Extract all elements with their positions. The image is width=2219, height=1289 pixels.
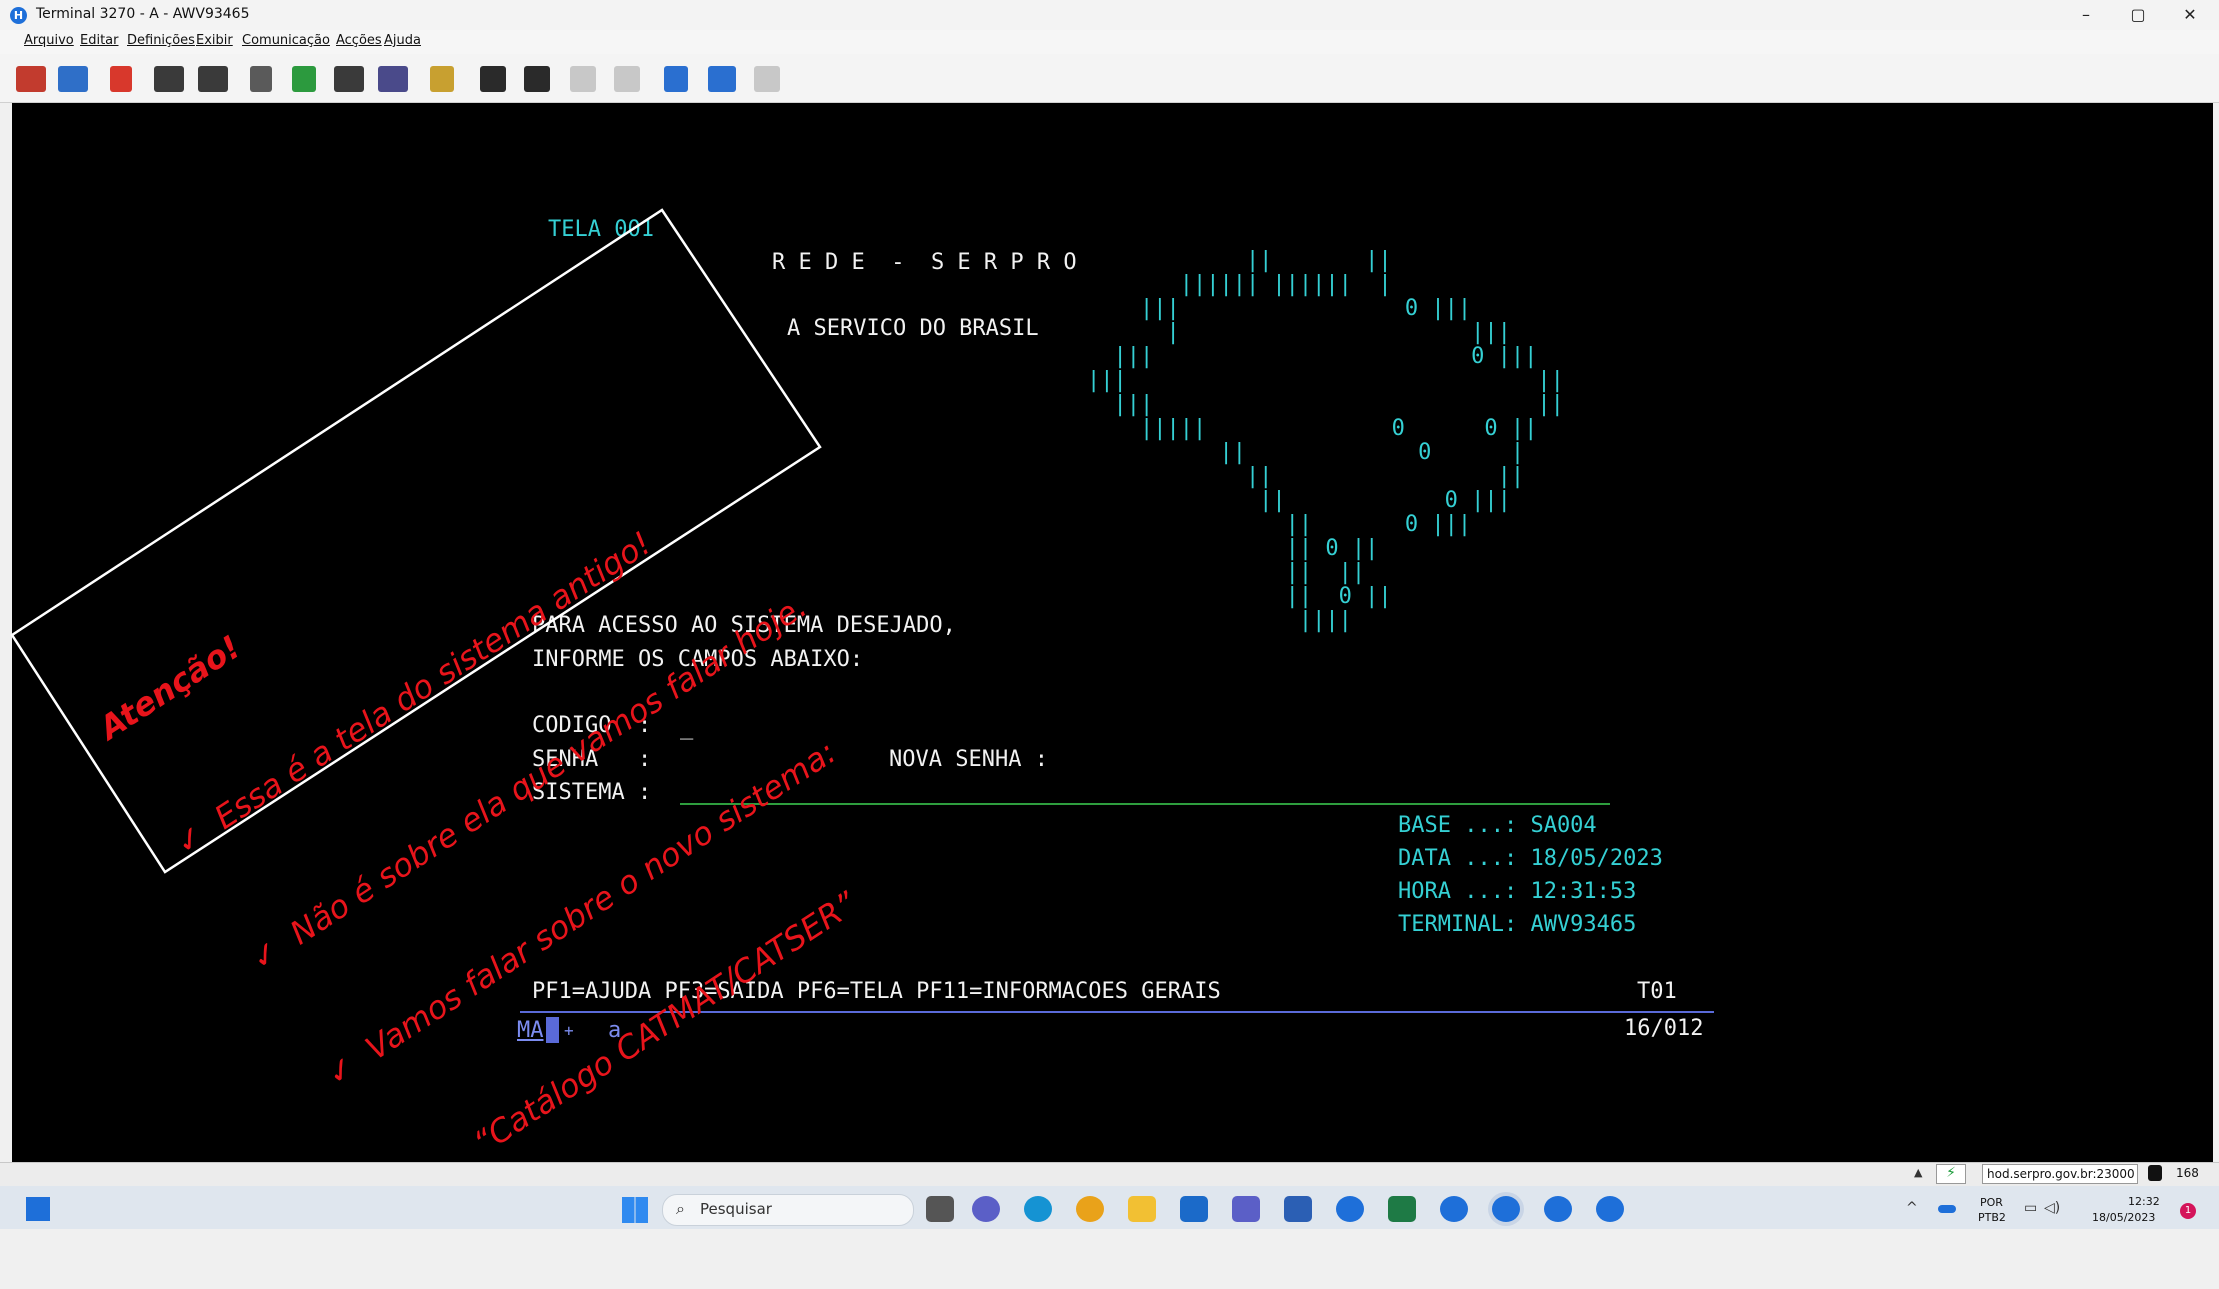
- chat-icon[interactable]: [972, 1196, 1000, 1222]
- exit-icon[interactable]: [110, 66, 132, 92]
- volume-icon[interactable]: ◁): [2044, 1200, 2060, 1216]
- edge-icon[interactable]: [1024, 1196, 1052, 1222]
- status-bar: [0, 1162, 2219, 1187]
- excel-icon[interactable]: [1388, 1196, 1416, 1222]
- search-placeholder: Pesquisar: [700, 1200, 772, 1218]
- keyboard-icon[interactable]: [378, 66, 408, 92]
- menu-arquivo[interactable]: Arquivo: [24, 33, 74, 48]
- clock-date[interactable]: 18/05/2023: [2092, 1211, 2155, 1224]
- host-on-demand-icon-3[interactable]: [1492, 1196, 1520, 1222]
- network-icon[interactable]: ▭: [2024, 1200, 2037, 1216]
- menu-exibir[interactable]: Exibir: [196, 33, 233, 48]
- codigo-input[interactable]: _: [680, 716, 693, 740]
- copy-icon[interactable]: [250, 66, 272, 92]
- widgets-icon[interactable]: [926, 1196, 954, 1222]
- oia-plus: +: [564, 1021, 574, 1040]
- senha-input[interactable]: [680, 750, 850, 774]
- expand-icon[interactable]: [754, 66, 780, 92]
- window-title: Terminal 3270 - A - AWV93465: [36, 6, 250, 22]
- task-view-icon[interactable]: [26, 1197, 50, 1221]
- download-icon[interactable]: [708, 66, 736, 92]
- title-bar: [0, 0, 2219, 30]
- paste-icon[interactable]: [292, 66, 316, 92]
- menu-bar: [0, 30, 2219, 54]
- menu-comunicacao[interactable]: Comunicação: [242, 33, 330, 48]
- oia-input-mode: a: [608, 1018, 622, 1043]
- senha-label: SENHA :: [532, 747, 652, 772]
- screen-subtitle: A SERVICO DO BRASIL: [787, 316, 1039, 341]
- base-info: BASE ...: SA004: [1398, 813, 1597, 838]
- oia-status: MA: [517, 1018, 544, 1043]
- brazil-map-art: || || |||||| |||||| | ||| 0 ||| | ||| ||…: [1087, 248, 1564, 633]
- print-screen-icon[interactable]: [334, 66, 364, 92]
- screen-title: R E D E - S E R P R O: [772, 250, 1077, 275]
- keyboard-layout-label[interactable]: PTB2: [1978, 1211, 2006, 1224]
- menu-definicoes[interactable]: Definições: [127, 33, 195, 48]
- taskbar: [0, 1186, 2219, 1229]
- oia-divider: [520, 1011, 1714, 1013]
- chrome-icon[interactable]: [1076, 1196, 1104, 1222]
- cursor-position: 16/012: [1624, 1016, 1704, 1041]
- minimize-button[interactable]: –: [2060, 0, 2112, 30]
- maximize-button[interactable]: ▢: [2112, 0, 2164, 30]
- nova-senha-input[interactable]: [1087, 750, 1287, 774]
- outlook-icon[interactable]: [1180, 1196, 1208, 1222]
- toolbar: [0, 54, 2219, 103]
- app-icon: H: [10, 7, 27, 24]
- record-macro-icon[interactable]: [480, 66, 506, 92]
- data-info: DATA ...: 18/05/2023: [1398, 846, 1663, 871]
- host-on-demand-icon-4[interactable]: [1544, 1196, 1572, 1222]
- play-macro-icon[interactable]: [524, 66, 550, 92]
- pause-macro-icon[interactable]: [614, 66, 640, 92]
- menu-editar[interactable]: Editar: [80, 33, 119, 48]
- link-icon[interactable]: [664, 66, 688, 92]
- receive-icon[interactable]: [198, 66, 228, 92]
- sistema-input[interactable]: [680, 803, 1610, 805]
- host-on-demand-icon-1[interactable]: [1336, 1196, 1364, 1222]
- clock-time[interactable]: 12:32: [2128, 1195, 2160, 1208]
- status-count: 168: [2176, 1166, 2199, 1180]
- instruction-line-2: INFORME OS CAMPOS ABAIXO:: [532, 647, 864, 672]
- host-on-demand-icon-2[interactable]: [1440, 1196, 1468, 1222]
- terminal-info: TERMINAL: AWV93465: [1398, 912, 1637, 937]
- connect-icon[interactable]: [16, 66, 46, 92]
- tray-chevron-icon[interactable]: ^: [1906, 1200, 1918, 1216]
- start-icon[interactable]: [622, 1197, 648, 1223]
- nova-senha-label: NOVA SENHA :: [889, 747, 1048, 772]
- codigo-label: CODIGO :: [532, 713, 652, 738]
- function-keys: PF1=AJUDA PF3=SAIDA PF6=TELA PF11=INFORM…: [532, 979, 1221, 1004]
- lock-icon: [2148, 1165, 2162, 1181]
- notification-badge[interactable]: 1: [2180, 1203, 2196, 1219]
- host-address: hod.serpro.gov.br:23000: [1982, 1164, 2138, 1184]
- terminal-screen[interactable]: TELA 001 R E D E - S E R P R O A SERVICO…: [12, 103, 2213, 1162]
- menu-accoes[interactable]: Acções: [336, 33, 382, 48]
- connection-status-icon: ⚡: [1936, 1164, 1966, 1184]
- onedrive-icon[interactable]: [1938, 1205, 1956, 1213]
- screen-number: TELA 001: [548, 217, 654, 242]
- search-icon: ⌕: [676, 1199, 685, 1218]
- word-icon[interactable]: [1284, 1196, 1312, 1222]
- sistema-label: SISTEMA :: [532, 780, 652, 805]
- stop-macro-icon[interactable]: [570, 66, 596, 92]
- oia-cursor-block: [546, 1017, 559, 1043]
- file-explorer-icon[interactable]: [1128, 1196, 1156, 1222]
- language-label[interactable]: POR: [1980, 1196, 2003, 1209]
- disconnect-icon[interactable]: [58, 66, 88, 92]
- scroll-up-icon[interactable]: ▲: [1914, 1166, 1928, 1182]
- teams-icon[interactable]: [1232, 1196, 1260, 1222]
- hora-info: HORA ...: 12:31:53: [1398, 879, 1637, 904]
- macro-icon[interactable]: [430, 66, 454, 92]
- menu-ajuda[interactable]: Ajuda: [384, 33, 421, 48]
- send-icon[interactable]: [154, 66, 184, 92]
- host-on-demand-icon-5[interactable]: [1596, 1196, 1624, 1222]
- screen-code: T01: [1637, 979, 1677, 1004]
- instruction-line-1: PARA ACESSO AO SISTEMA DESEJADO,: [532, 613, 956, 638]
- close-button[interactable]: ✕: [2164, 0, 2216, 30]
